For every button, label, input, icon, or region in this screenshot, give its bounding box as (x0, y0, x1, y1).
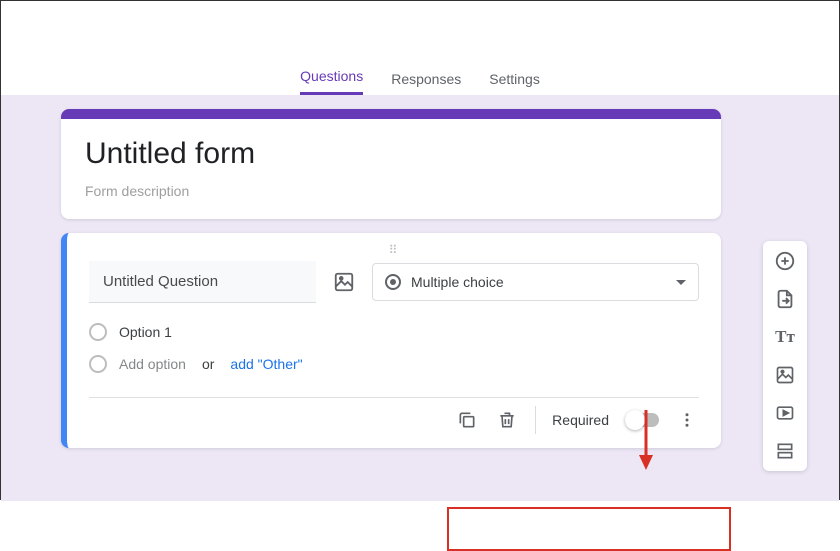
option-label[interactable]: Option 1 (119, 324, 172, 340)
question-footer: Required (89, 397, 699, 434)
form-accent-bar (61, 109, 721, 119)
tab-responses[interactable]: Responses (391, 71, 461, 95)
add-other-button[interactable]: add "Other" (230, 356, 302, 372)
required-toggle[interactable] (625, 413, 659, 427)
add-option-button[interactable]: Add option (119, 356, 186, 372)
add-title-icon[interactable]: Tᴛ (773, 325, 797, 349)
form-description[interactable]: Form description (85, 183, 697, 199)
add-option-row: Add option or add "Other" (89, 355, 699, 373)
floating-toolbar: Tᴛ (763, 241, 807, 471)
add-video-icon[interactable] (773, 401, 797, 425)
more-options-icon[interactable] (675, 408, 699, 432)
option-row[interactable]: Option 1 (89, 323, 699, 341)
radio-empty-icon (89, 355, 107, 373)
question-type-select[interactable]: Multiple choice (372, 263, 699, 301)
annotation-highlight-box (447, 507, 731, 551)
delete-icon[interactable] (495, 408, 519, 432)
tab-questions[interactable]: Questions (300, 68, 363, 95)
or-text: or (202, 356, 214, 372)
radio-icon (385, 274, 401, 290)
radio-empty-icon (89, 323, 107, 341)
question-type-label: Multiple choice (411, 274, 504, 290)
drag-handle-icon[interactable]: ⠿ (89, 243, 699, 257)
question-title-input[interactable] (89, 261, 316, 303)
form-tabs: Questions Responses Settings (1, 61, 839, 95)
add-image-icon[interactable] (332, 270, 356, 294)
duplicate-icon[interactable] (455, 408, 479, 432)
add-image-toolbar-icon[interactable] (773, 363, 797, 387)
import-questions-icon[interactable] (773, 287, 797, 311)
add-question-icon[interactable] (773, 249, 797, 273)
chevron-down-icon (676, 280, 686, 285)
form-header-card: Untitled form Form description (61, 109, 721, 219)
form-title[interactable]: Untitled form (85, 137, 697, 171)
tab-settings[interactable]: Settings (489, 71, 540, 95)
divider (535, 406, 536, 434)
add-section-icon[interactable] (773, 439, 797, 463)
question-card: ⠿ Multiple choice Option 1 Add option or… (61, 233, 721, 448)
required-label: Required (552, 412, 609, 428)
